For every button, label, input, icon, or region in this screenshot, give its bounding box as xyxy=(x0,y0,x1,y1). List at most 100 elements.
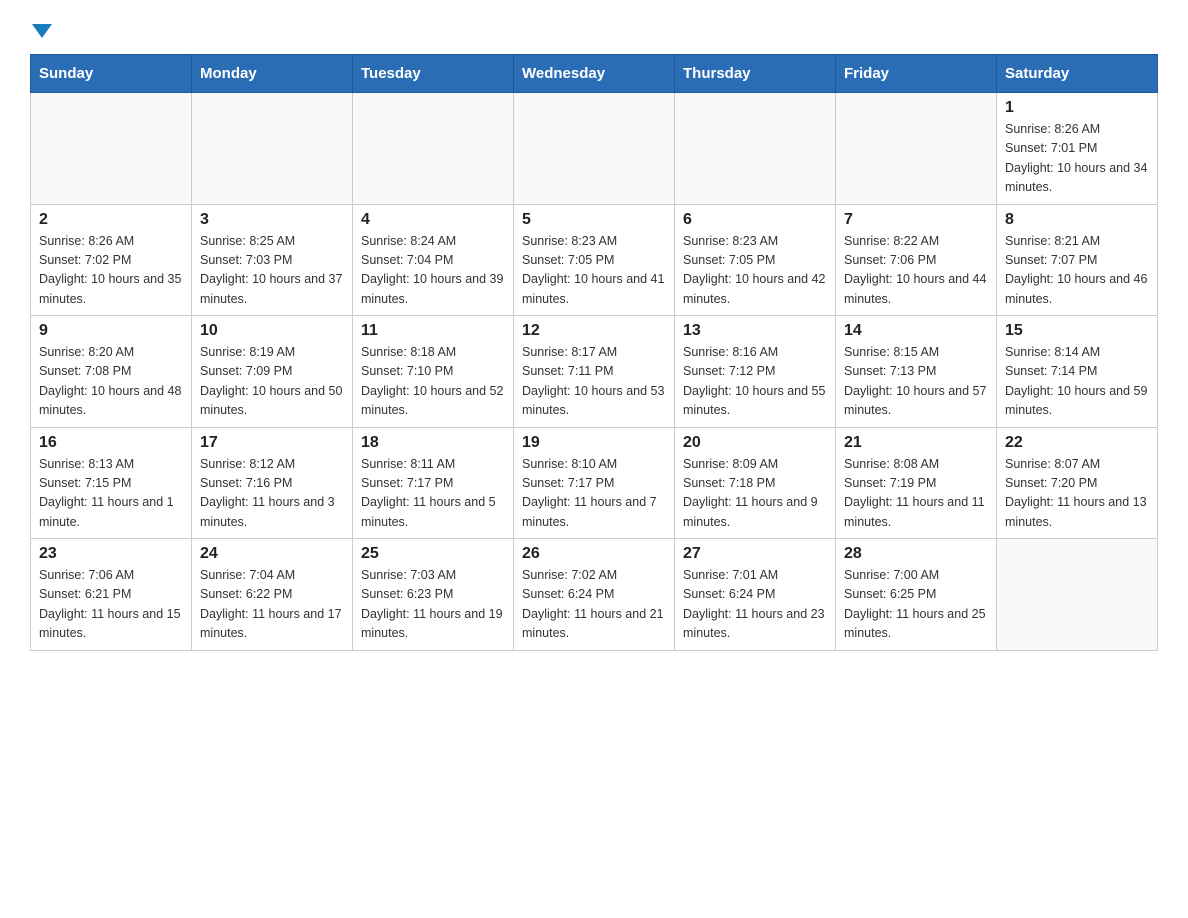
day-number: 4 xyxy=(361,211,505,229)
calendar-cell: 19 Sunrise: 8:10 AM Sunset: 7:17 PM Dayli… xyxy=(514,427,675,539)
calendar-cell: 6Sunrise: 8:23 AM Sunset: 7:05 PM Daylig… xyxy=(675,204,836,316)
day-number: 15 xyxy=(1005,322,1149,340)
calendar-cell: 4 Sunrise: 8:24 AM Sunset: 7:04 PM Daylig… xyxy=(353,204,514,316)
day-number: 18 xyxy=(361,434,505,452)
weekday-header-tuesday: Tuesday xyxy=(353,55,514,93)
calendar-cell xyxy=(192,93,353,205)
day-info: Sunrise: 8:14 AM Sunset: 7:14 PM Dayligh… xyxy=(1005,343,1149,421)
weekday-header-sunday: Sunday xyxy=(31,55,192,93)
day-info: Sunrise: 8:10 AM Sunset: 7:17 PM Dayligh… xyxy=(522,455,666,533)
calendar-cell: 5 Sunrise: 8:23 AM Sunset: 7:05 PM Daylig… xyxy=(514,204,675,316)
calendar-cell: 26 Sunrise: 7:02 AM Sunset: 6:24 PM Dayli… xyxy=(514,539,675,651)
weekday-header-friday: Friday xyxy=(836,55,997,93)
day-info: Sunrise: 8:08 AM Sunset: 7:19 PM Dayligh… xyxy=(844,455,988,533)
day-info: Sunrise: 7:02 AM Sunset: 6:24 PM Dayligh… xyxy=(522,566,666,644)
day-number: 5 xyxy=(522,211,666,229)
day-info: Sunrise: 7:06 AM Sunset: 6:21 PM Dayligh… xyxy=(39,566,183,644)
day-info: Sunrise: 7:01 AM Sunset: 6:24 PM Dayligh… xyxy=(683,566,827,644)
page-header xyxy=(30,20,1158,38)
calendar-cell: 15 Sunrise: 8:14 AM Sunset: 7:14 PM Dayli… xyxy=(997,316,1158,428)
calendar-header-row: SundayMondayTuesdayWednesdayThursdayFrid… xyxy=(31,55,1158,93)
calendar-cell: 21 Sunrise: 8:08 AM Sunset: 7:19 PM Dayli… xyxy=(836,427,997,539)
day-number: 21 xyxy=(844,434,988,452)
day-number: 2 xyxy=(39,211,183,229)
day-info: Sunrise: 8:12 AM Sunset: 7:16 PM Dayligh… xyxy=(200,455,344,533)
day-number: 28 xyxy=(844,545,988,563)
calendar-cell: 25 Sunrise: 7:03 AM Sunset: 6:23 PM Dayli… xyxy=(353,539,514,651)
calendar-cell: 18 Sunrise: 8:11 AM Sunset: 7:17 PM Dayli… xyxy=(353,427,514,539)
calendar-cell: 27 Sunrise: 7:01 AM Sunset: 6:24 PM Dayli… xyxy=(675,539,836,651)
calendar-cell: 24 Sunrise: 7:04 AM Sunset: 6:22 PM Dayli… xyxy=(192,539,353,651)
calendar-table: SundayMondayTuesdayWednesdayThursdayFrid… xyxy=(30,54,1158,651)
day-info: Sunrise: 8:16 AM Sunset: 7:12 PM Dayligh… xyxy=(683,343,827,421)
day-number: 1 xyxy=(1005,99,1149,117)
day-number: 12 xyxy=(522,322,666,340)
calendar-cell: 11 Sunrise: 8:18 AM Sunset: 7:10 PM Dayli… xyxy=(353,316,514,428)
day-number: 26 xyxy=(522,545,666,563)
weekday-header-monday: Monday xyxy=(192,55,353,93)
day-number: 24 xyxy=(200,545,344,563)
day-info: Sunrise: 8:22 AM Sunset: 7:06 PM Dayligh… xyxy=(844,232,988,310)
day-info: Sunrise: 7:04 AM Sunset: 6:22 PM Dayligh… xyxy=(200,566,344,644)
day-info: Sunrise: 8:23 AM Sunset: 7:05 PM Dayligh… xyxy=(522,232,666,310)
calendar-cell: 7 Sunrise: 8:22 AM Sunset: 7:06 PM Daylig… xyxy=(836,204,997,316)
day-number: 19 xyxy=(522,434,666,452)
calendar-cell xyxy=(353,93,514,205)
day-info: Sunrise: 8:21 AM Sunset: 7:07 PM Dayligh… xyxy=(1005,232,1149,310)
calendar-cell: 8 Sunrise: 8:21 AM Sunset: 7:07 PM Daylig… xyxy=(997,204,1158,316)
logo xyxy=(30,20,52,38)
day-info: Sunrise: 8:13 AM Sunset: 7:15 PM Dayligh… xyxy=(39,455,183,533)
calendar-cell: 3Sunrise: 8:25 AM Sunset: 7:03 PM Daylig… xyxy=(192,204,353,316)
day-info: Sunrise: 8:23 AM Sunset: 7:05 PM Dayligh… xyxy=(683,232,827,310)
day-info: Sunrise: 7:03 AM Sunset: 6:23 PM Dayligh… xyxy=(361,566,505,644)
calendar-cell: 17 Sunrise: 8:12 AM Sunset: 7:16 PM Dayli… xyxy=(192,427,353,539)
day-number: 11 xyxy=(361,322,505,340)
calendar-week-row: 23 Sunrise: 7:06 AM Sunset: 6:21 PM Dayli… xyxy=(31,539,1158,651)
day-number: 23 xyxy=(39,545,183,563)
day-info: Sunrise: 8:07 AM Sunset: 7:20 PM Dayligh… xyxy=(1005,455,1149,533)
calendar-cell: 10Sunrise: 8:19 AM Sunset: 7:09 PM Dayli… xyxy=(192,316,353,428)
day-number: 20 xyxy=(683,434,827,452)
weekday-header-saturday: Saturday xyxy=(997,55,1158,93)
calendar-cell: 1 Sunrise: 8:26 AM Sunset: 7:01 PM Daylig… xyxy=(997,93,1158,205)
calendar-cell xyxy=(997,539,1158,651)
calendar-cell: 2 Sunrise: 8:26 AM Sunset: 7:02 PM Daylig… xyxy=(31,204,192,316)
day-info: Sunrise: 8:17 AM Sunset: 7:11 PM Dayligh… xyxy=(522,343,666,421)
day-info: Sunrise: 8:26 AM Sunset: 7:02 PM Dayligh… xyxy=(39,232,183,310)
day-info: Sunrise: 8:24 AM Sunset: 7:04 PM Dayligh… xyxy=(361,232,505,310)
logo-arrow-icon xyxy=(32,24,52,38)
calendar-cell: 13 Sunrise: 8:16 AM Sunset: 7:12 PM Dayli… xyxy=(675,316,836,428)
calendar-cell: 22 Sunrise: 8:07 AM Sunset: 7:20 PM Dayli… xyxy=(997,427,1158,539)
day-number: 25 xyxy=(361,545,505,563)
day-info: Sunrise: 8:19 AM Sunset: 7:09 PM Dayligh… xyxy=(200,343,344,421)
day-number: 17 xyxy=(200,434,344,452)
calendar-cell: 20 Sunrise: 8:09 AM Sunset: 7:18 PM Dayli… xyxy=(675,427,836,539)
calendar-cell xyxy=(675,93,836,205)
day-number: 13 xyxy=(683,322,827,340)
calendar-cell: 16 Sunrise: 8:13 AM Sunset: 7:15 PM Dayli… xyxy=(31,427,192,539)
day-number: 16 xyxy=(39,434,183,452)
calendar-week-row: 16 Sunrise: 8:13 AM Sunset: 7:15 PM Dayli… xyxy=(31,427,1158,539)
day-number: 14 xyxy=(844,322,988,340)
calendar-cell xyxy=(514,93,675,205)
day-number: 9 xyxy=(39,322,183,340)
calendar-cell: 12 Sunrise: 8:17 AM Sunset: 7:11 PM Dayli… xyxy=(514,316,675,428)
calendar-week-row: 9Sunrise: 8:20 AM Sunset: 7:08 PM Daylig… xyxy=(31,316,1158,428)
day-number: 3 xyxy=(200,211,344,229)
day-info: Sunrise: 8:11 AM Sunset: 7:17 PM Dayligh… xyxy=(361,455,505,533)
day-number: 27 xyxy=(683,545,827,563)
weekday-header-wednesday: Wednesday xyxy=(514,55,675,93)
day-info: Sunrise: 7:00 AM Sunset: 6:25 PM Dayligh… xyxy=(844,566,988,644)
day-info: Sunrise: 8:26 AM Sunset: 7:01 PM Dayligh… xyxy=(1005,120,1149,198)
day-number: 22 xyxy=(1005,434,1149,452)
day-info: Sunrise: 8:09 AM Sunset: 7:18 PM Dayligh… xyxy=(683,455,827,533)
day-info: Sunrise: 8:15 AM Sunset: 7:13 PM Dayligh… xyxy=(844,343,988,421)
day-number: 8 xyxy=(1005,211,1149,229)
calendar-week-row: 2 Sunrise: 8:26 AM Sunset: 7:02 PM Daylig… xyxy=(31,204,1158,316)
calendar-cell: 14 Sunrise: 8:15 AM Sunset: 7:13 PM Dayli… xyxy=(836,316,997,428)
day-number: 7 xyxy=(844,211,988,229)
weekday-header-thursday: Thursday xyxy=(675,55,836,93)
calendar-cell xyxy=(31,93,192,205)
day-info: Sunrise: 8:18 AM Sunset: 7:10 PM Dayligh… xyxy=(361,343,505,421)
calendar-cell: 28 Sunrise: 7:00 AM Sunset: 6:25 PM Dayli… xyxy=(836,539,997,651)
